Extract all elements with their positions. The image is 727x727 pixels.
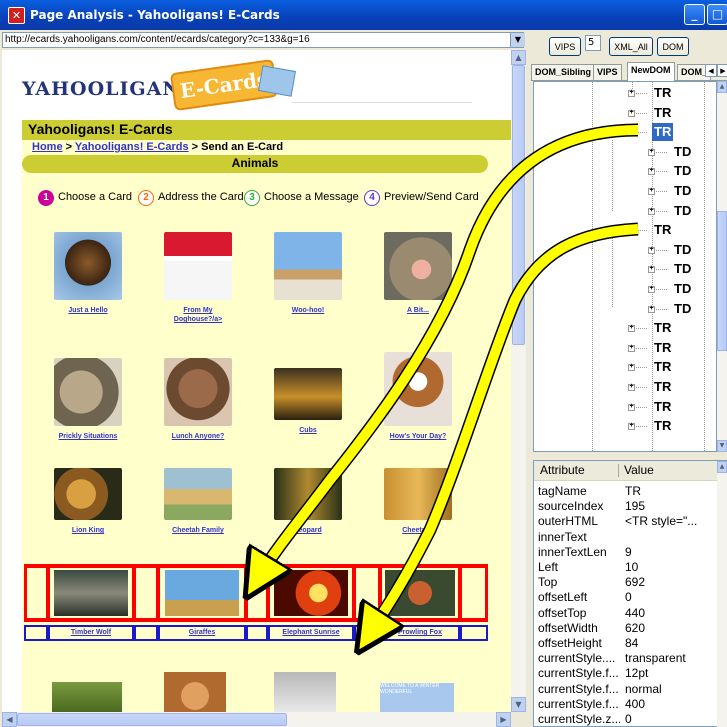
mapping-arrow-image-row <box>258 125 639 578</box>
mapping-arrows-overlay <box>0 123 639 727</box>
mapping-arrow-label-row <box>370 224 639 633</box>
mapping-arrow-image-row <box>252 123 639 582</box>
